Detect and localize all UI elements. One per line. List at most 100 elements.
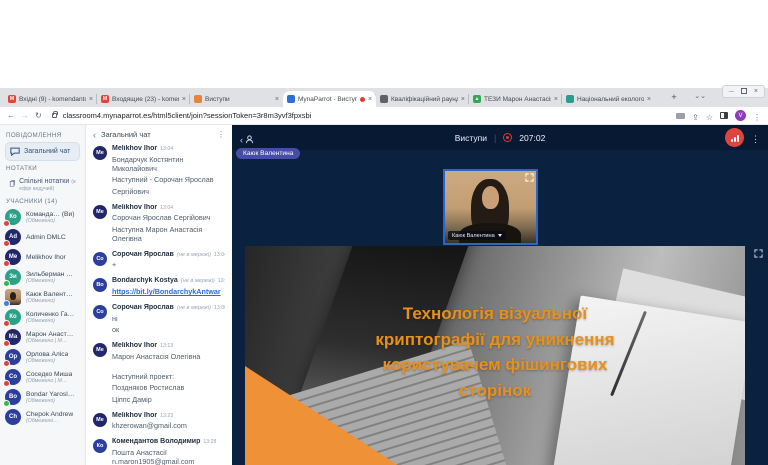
tab-favicon-icon: M: [8, 95, 16, 103]
tab-favicon-icon: M: [101, 95, 109, 103]
participant-subtext: (Обмежено): [26, 398, 74, 404]
tab-search-chevron-icon[interactable]: ⌄: [694, 92, 706, 462]
message-avatar: Me: [93, 413, 107, 427]
tab-close-icon[interactable]: [275, 96, 279, 103]
participant-row[interactable]: Bo Bondar Yarosl… (Обмежено): [5, 389, 80, 405]
connection-status-button[interactable]: [725, 128, 744, 147]
side-panel-icon[interactable]: [720, 112, 728, 119]
participant-subtext: (Обмежено…: [26, 418, 73, 424]
participant-row[interactable]: Ad Admin DMLC: [5, 229, 80, 245]
participant-avatar: Зи: [5, 269, 21, 285]
participant-row[interactable]: Me Melikhov Ihor: [5, 249, 80, 265]
message-offline-flag: (не в мережі): [181, 278, 215, 284]
participant-subtext: (Обмежено): [26, 298, 73, 304]
message-text: https://bit.ly/BondarchykAntwar: [112, 287, 225, 296]
chat-message: Me Melikhov Ihor 13:13 Марон Анастасія О…: [93, 342, 225, 404]
tab-title: Кваліфікаційний раунд 2: [391, 96, 458, 103]
new-tab-button[interactable]: [668, 91, 680, 103]
webcam-fullscreen-icon[interactable]: [525, 173, 534, 182]
participant-subtext: (Обмежено): [26, 278, 73, 284]
back-icon[interactable]: [7, 112, 15, 120]
message-line: [112, 363, 225, 369]
participant-avatar: Ко: [5, 309, 21, 325]
message-avatar: Me: [93, 146, 107, 160]
browser-tab[interactable]: M Входящие (23) - komendo: [97, 91, 190, 107]
restore-icon[interactable]: [741, 88, 747, 94]
participant-avatar: [5, 289, 21, 305]
tab-close-icon[interactable]: [461, 96, 465, 103]
message-text: Марон Анастасія ОлегівнаНаступний проект…: [112, 352, 225, 404]
chat-panel: Загальний чат Me Melikhov Ihor 13:04 Бон…: [85, 125, 232, 465]
message-author: Melikhov Ihor: [112, 145, 157, 152]
participant-avatar: Со: [5, 369, 21, 385]
chat-message: Ко Комендантов Володимир 13:28 Пошта Ана…: [93, 438, 225, 465]
browser-tab[interactable]: Виступи: [190, 91, 283, 107]
divider: |: [494, 133, 496, 143]
participant-subtext: (Обмежено): [26, 358, 68, 364]
chat-message-list[interactable]: Me Melikhov Ihor 13:04 Бондарчук Костянт…: [86, 137, 232, 465]
tab-close-icon[interactable]: [554, 96, 558, 103]
chevron-down-icon: [498, 234, 502, 237]
padlock-icon[interactable]: [52, 113, 57, 118]
participant-status-badge: [3, 380, 10, 387]
tab-title: Виступи: [205, 96, 272, 103]
message-author: Melikhov Ihor: [112, 412, 157, 419]
message-offline-flag: (не в мережі): [177, 305, 211, 311]
window-controls: [722, 85, 765, 98]
participant-row[interactable]: Зи Зильберман … (Обмежено): [5, 269, 80, 285]
forward-icon[interactable]: [21, 112, 29, 120]
browser-tab[interactable]: Національний еколого-н: [562, 91, 655, 107]
browser-tab[interactable]: Кваліфікаційний раунд 2: [376, 91, 469, 107]
message-line: ні: [112, 314, 225, 323]
tab-strip: M Вхідні (9) - komendantov M Входящие (2…: [0, 88, 768, 107]
participant-row[interactable]: Ор Орлова Аліса (Обмежено): [5, 349, 80, 365]
presentation-slide[interactable]: Технологія візуальноїкриптографії для ун…: [245, 246, 745, 465]
browser-toolbar: classroom4.mynaparrot.es/html5client/joi…: [0, 107, 768, 125]
message-text: Сорочан Ярослав СергійовичНаступна Марон…: [112, 213, 225, 243]
browser-profile-avatar[interactable]: V: [735, 110, 746, 121]
participant-name: Количенко Га…: [26, 311, 74, 318]
tab-close-icon[interactable]: [368, 96, 372, 103]
participant-row[interactable]: Ма Марон Анаст… (Обмежено | М…: [5, 329, 80, 345]
minimize-icon[interactable]: [729, 88, 734, 95]
recording-icon[interactable]: [503, 133, 512, 142]
message-time: 13:13: [160, 343, 173, 349]
message-time: 13:06: [214, 305, 225, 311]
message-text: Бондарчук Костянтин МиколайовичНаступний…: [112, 155, 225, 196]
media-indicator-icon[interactable]: [676, 113, 685, 119]
browser-tab[interactable]: MynaParrot - Виступи: [283, 91, 376, 107]
message-link[interactable]: https://bit.ly/BondarchykAntwar: [112, 287, 225, 296]
tab-close-icon[interactable]: [647, 96, 651, 103]
tab-title: MynaParrot - Виступи: [298, 96, 357, 103]
browser-menu-icon[interactable]: [753, 107, 761, 125]
message-avatar: Me: [93, 205, 107, 219]
participant-row[interactable]: Ко Команда… (Ви) (Обмежено): [5, 209, 80, 225]
participant-name: Команда… (Ви): [26, 211, 74, 218]
participant-name: Chepok Andrew: [26, 411, 73, 418]
close-icon[interactable]: [754, 88, 758, 95]
participant-row[interactable]: Со Соседко Миша (Обмежено | М…: [5, 369, 80, 385]
message-time: 13:04: [160, 205, 173, 211]
participant-row[interactable]: Каюк Валент… (Обмежено): [5, 289, 80, 305]
meeting-options-icon[interactable]: [751, 129, 760, 147]
sidebar-item-shared-notes[interactable]: Спільні нотатки (в ефірі ведучий): [5, 175, 80, 194]
participant-name: Орлова Аліса: [26, 351, 68, 358]
participant-row[interactable]: Ко Количенко Га… (Обмежено): [5, 309, 80, 325]
tab-close-icon[interactable]: [182, 96, 186, 103]
sidebar-item-public-chat[interactable]: Загальний чат: [5, 142, 80, 161]
meeting-title: Виступи: [455, 133, 487, 143]
webcam-tile[interactable]: Каюк Валентина: [443, 169, 538, 245]
webcam-name-label[interactable]: Каюк Валентина: [448, 231, 506, 240]
participant-avatar: Ма: [5, 329, 21, 345]
bookmark-star-icon[interactable]: [706, 107, 713, 125]
messages-header: ПОВІДОМЛЕННЯ: [6, 132, 79, 139]
presentation-fullscreen-icon[interactable]: [754, 249, 763, 258]
tab-title: Національний еколого-н: [577, 96, 644, 103]
browser-tab[interactable]: ▲ ТЕЗИ Марон Анастасія -: [469, 91, 562, 107]
address-bar[interactable]: classroom4.mynaparrot.es/html5client/joi…: [63, 111, 670, 120]
browser-tab[interactable]: M Вхідні (9) - komendantov: [4, 91, 97, 107]
message-author: Melikhov Ihor: [112, 342, 157, 349]
reload-icon[interactable]: [35, 112, 42, 120]
tab-close-icon[interactable]: [89, 96, 93, 103]
participant-row[interactable]: Ch Chepok Andrew (Обмежено…: [5, 409, 80, 425]
